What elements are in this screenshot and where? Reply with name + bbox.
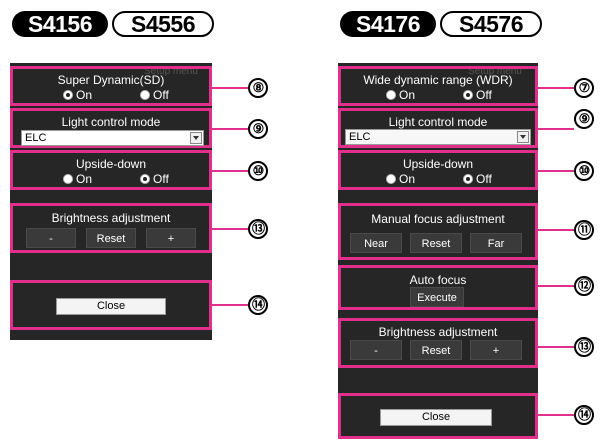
callout-9: ⑨ bbox=[248, 119, 268, 139]
sd-off-label: Off bbox=[153, 88, 169, 102]
close-button[interactable]: Close bbox=[380, 409, 492, 426]
callout-line bbox=[212, 304, 248, 306]
super-dynamic-block: Super Dynamic(SD) On Off bbox=[10, 66, 212, 106]
upside-down-block: Upside-down On Off bbox=[338, 150, 538, 190]
callout-9: ⑨ bbox=[574, 109, 594, 129]
callout-12: ⑫ bbox=[574, 276, 594, 296]
callout-line bbox=[538, 414, 574, 416]
upside-down-title: Upside-down bbox=[402, 157, 474, 171]
sd-off-radio[interactable]: Off bbox=[140, 88, 169, 102]
callout-line bbox=[538, 170, 574, 172]
close-block: Close bbox=[10, 280, 212, 330]
brightness-reset-button[interactable]: Reset bbox=[86, 228, 136, 248]
manual-focus-block: Manual focus adjustment Near Reset Far bbox=[338, 203, 538, 260]
upside-off-radio[interactable]: Off bbox=[140, 172, 169, 186]
callout-line bbox=[538, 128, 574, 130]
callout-8: ⑧ bbox=[248, 78, 268, 98]
brightness-plus-button[interactable]: + bbox=[470, 340, 522, 360]
brightness-block: Brightness adjustment - Reset + bbox=[338, 318, 538, 368]
radio-unselected-icon bbox=[140, 90, 150, 100]
callout-line bbox=[212, 228, 248, 230]
brightness-block: Brightness adjustment - Reset + bbox=[10, 203, 212, 253]
upside-on-radio[interactable]: On bbox=[386, 172, 415, 186]
brightness-plus-button[interactable]: + bbox=[146, 228, 196, 248]
callout-13: ⑬ bbox=[574, 337, 594, 357]
upside-down-title: Upside-down bbox=[75, 157, 147, 171]
callout-line bbox=[212, 87, 248, 89]
chevron-down-icon bbox=[190, 132, 202, 144]
callout-line bbox=[538, 285, 574, 287]
brightness-title: Brightness adjustment bbox=[51, 211, 171, 225]
focus-near-button[interactable]: Near bbox=[350, 233, 402, 253]
close-block: Close bbox=[338, 393, 538, 439]
light-control-title: Light control mode bbox=[61, 115, 161, 129]
super-dynamic-title: Super Dynamic(SD) bbox=[57, 73, 165, 87]
radio-unselected-icon bbox=[386, 174, 396, 184]
light-control-select[interactable]: ELC bbox=[345, 129, 531, 145]
callout-10: ⑩ bbox=[248, 161, 268, 181]
upside-off-label: Off bbox=[476, 172, 492, 186]
wdr-off-label: Off bbox=[476, 88, 492, 102]
manual-focus-title: Manual focus adjustment bbox=[371, 212, 505, 226]
auto-focus-block: Auto focus Execute bbox=[338, 265, 538, 310]
callout-line bbox=[538, 87, 574, 89]
callout-line bbox=[538, 229, 574, 231]
upside-on-radio[interactable]: On bbox=[63, 172, 92, 186]
wdr-on-radio[interactable]: On bbox=[386, 88, 415, 102]
model-badge-s4176: S4176 bbox=[340, 11, 436, 37]
wdr-on-label: On bbox=[399, 88, 416, 102]
callout-line bbox=[212, 170, 248, 172]
chevron-down-icon bbox=[517, 131, 529, 143]
radio-unselected-icon bbox=[386, 90, 396, 100]
auto-focus-title: Auto focus bbox=[409, 273, 467, 287]
radio-unselected-icon bbox=[63, 174, 73, 184]
radio-selected-icon bbox=[63, 90, 73, 100]
callout-7: ⑦ bbox=[574, 78, 594, 98]
light-control-value: ELC bbox=[349, 131, 371, 143]
light-control-value: ELC bbox=[25, 132, 47, 144]
callout-13: ⑬ bbox=[248, 219, 268, 239]
callout-11: ⑪ bbox=[574, 220, 594, 240]
radio-selected-icon bbox=[140, 174, 150, 184]
upside-on-label: On bbox=[76, 172, 93, 186]
radio-selected-icon bbox=[463, 90, 473, 100]
wdr-title: Wide dynamic range (WDR) bbox=[363, 73, 513, 87]
focus-reset-button[interactable]: Reset bbox=[410, 233, 462, 253]
model-badge-s4576: S4576 bbox=[440, 11, 542, 37]
callout-line bbox=[212, 128, 248, 130]
light-control-block: Light control mode ELC bbox=[338, 108, 538, 148]
callout-line bbox=[538, 346, 574, 348]
auto-focus-execute-button[interactable]: Execute bbox=[410, 287, 464, 307]
model-badge-s4156: S4156 bbox=[12, 11, 108, 37]
callout-14: ⑭ bbox=[574, 405, 594, 425]
model-badge-s4556: S4556 bbox=[112, 11, 214, 37]
upside-on-label: On bbox=[399, 172, 416, 186]
callout-14: ⑭ bbox=[248, 295, 268, 315]
wdr-block: Wide dynamic range (WDR) On Off bbox=[338, 66, 538, 106]
upside-off-label: Off bbox=[153, 172, 169, 186]
sd-on-radio[interactable]: On bbox=[63, 88, 92, 102]
light-control-block: Light control mode ELC bbox=[10, 108, 212, 148]
focus-far-button[interactable]: Far bbox=[470, 233, 522, 253]
upside-off-radio[interactable]: Off bbox=[463, 172, 492, 186]
brightness-minus-button[interactable]: - bbox=[350, 340, 402, 360]
upside-down-block: Upside-down On Off bbox=[10, 150, 212, 190]
brightness-reset-button[interactable]: Reset bbox=[410, 340, 462, 360]
wdr-off-radio[interactable]: Off bbox=[463, 88, 492, 102]
radio-selected-icon bbox=[463, 174, 473, 184]
callout-10: ⑩ bbox=[574, 161, 594, 181]
light-control-select[interactable]: ELC bbox=[21, 130, 204, 146]
close-button[interactable]: Close bbox=[56, 298, 166, 315]
brightness-title: Brightness adjustment bbox=[378, 325, 498, 339]
light-control-title: Light control mode bbox=[388, 115, 488, 129]
sd-on-label: On bbox=[76, 88, 93, 102]
brightness-minus-button[interactable]: - bbox=[26, 228, 76, 248]
